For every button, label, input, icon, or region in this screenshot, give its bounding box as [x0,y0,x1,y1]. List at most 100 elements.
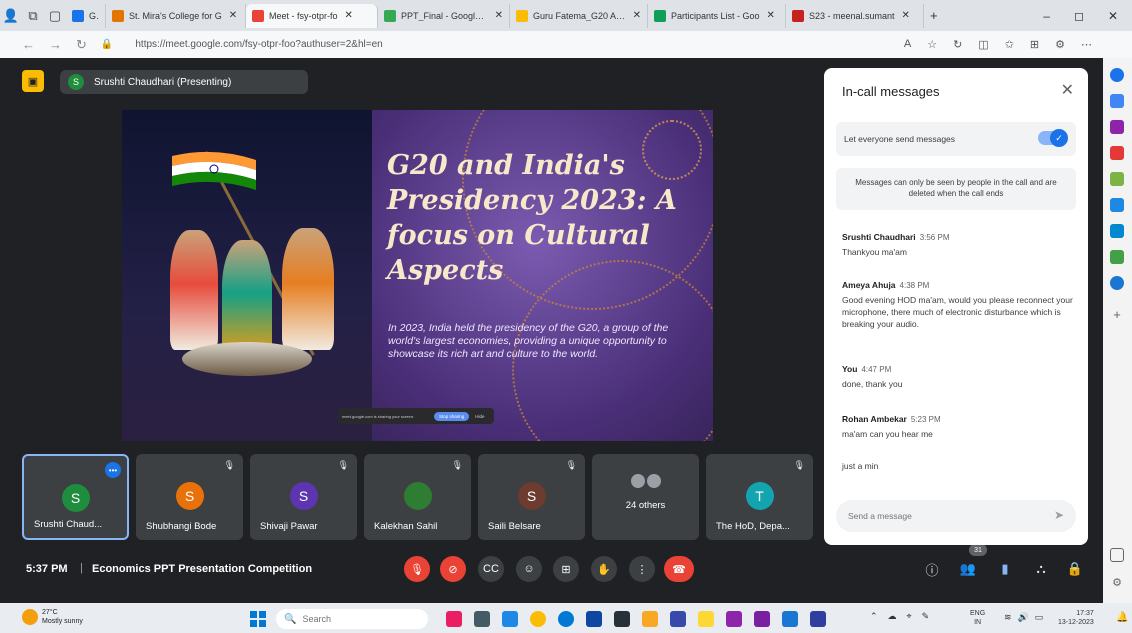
people-icon[interactable]: 👥 [957,557,979,581]
notification-icon[interactable]: 🔔 [1116,612,1128,623]
tile-more-icon[interactable]: ••• [105,462,121,478]
activities-icon[interactable]: ⛬ [1030,557,1052,581]
windows-start-icon[interactable] [250,611,266,627]
close-icon[interactable]: ✕ [1061,80,1074,100]
minimize-button[interactable]: – [1043,9,1050,23]
participant-tile[interactable]: S Srushti Chaud... ••• [22,454,129,540]
close-tab-icon[interactable]: ✕ [345,10,353,21]
browser-tab[interactable]: Google [66,3,106,28]
shopping-icon[interactable] [1110,146,1124,160]
more-vert-icon[interactable]: ⋮ [629,556,655,582]
favorite-star-icon[interactable]: ☆ [927,38,937,51]
split-screen-icon[interactable]: ◫ [978,38,988,51]
taskbar-search-box[interactable]: 🔍 [276,609,428,629]
presenter-chip[interactable]: S Srushti Chaudhari (Presenting) [60,70,308,94]
taskbar-app-icon[interactable] [502,611,518,627]
chrome-taskbar-icon[interactable] [530,611,546,627]
taskbar-app-icon[interactable] [782,611,798,627]
designer-icon[interactable] [1110,250,1124,264]
participant-tile[interactable]: S Shivaji Pawar 🎙 [250,454,357,540]
taskbar-app-icon[interactable] [474,611,490,627]
message-input[interactable] [848,511,1038,521]
more-menu-icon[interactable]: ⋯ [1081,38,1092,51]
add-sidebar-icon[interactable]: + [1110,308,1124,322]
raise-hand-icon[interactable]: ✋ [591,556,617,582]
taskbar-search-input[interactable] [302,614,413,624]
browser-tab[interactable]: S23 - meenal.sumant ✕ [786,3,924,28]
camera-off-icon[interactable]: ⊘ [440,556,466,582]
chat-icon[interactable]: ▮ [994,557,1016,581]
hide-sidebar-icon[interactable] [1110,548,1124,562]
close-tab-icon[interactable]: ✕ [229,10,237,21]
pen-icon[interactable]: ✎ [922,611,930,622]
captions-icon[interactable]: CC [478,556,504,582]
close-tab-icon[interactable]: ✕ [495,10,503,21]
refresh-icon[interactable]: ↻ [76,37,87,53]
browser-tab[interactable]: Meet - fsy-otpr-fo ✕ [246,3,378,28]
weather-widget[interactable]: 27°C Mostly sunny [22,608,83,626]
forward-icon[interactable]: → [49,37,62,52]
hangup-icon[interactable]: ☎ [664,556,694,582]
presenting-icon[interactable]: ▣ [22,70,44,92]
games-icon[interactable] [1110,172,1124,186]
taskbar-app-icon[interactable] [754,611,770,627]
participant-tile[interactable]: 24 others [592,454,699,540]
browser-tab[interactable]: St. Mira's College for G ✕ [106,3,246,28]
participant-tile[interactable]: S Saili Belsare 🎙 [478,454,585,540]
tools-icon[interactable] [1110,120,1124,134]
maximize-button[interactable]: ◻ [1074,9,1084,23]
extensions-icon[interactable]: ⚙ [1055,38,1065,51]
back-icon[interactable]: ← [22,37,35,52]
emoji-icon[interactable]: ☺ [516,556,542,582]
taskbar-app-icon[interactable] [670,611,686,627]
profile-icon[interactable]: 👤 [0,5,22,27]
collections-icon[interactable]: ⊞ [1030,38,1039,51]
browser-tab[interactable]: Guru Fatema_G20 AND ✕ [510,3,648,28]
present-icon[interactable]: ⊞ [553,556,579,582]
browser-tab[interactable]: PPT_Final - Google Dr ✕ [378,3,510,28]
edge-taskbar-icon[interactable] [558,611,574,627]
meeting-info-icon[interactable]: ⓘ [921,557,943,581]
cloud-icon[interactable]: ☁ [888,611,897,622]
stop-sharing-button[interactable]: Stop sharing [434,411,470,421]
lock-icon[interactable]: 🔒 [101,39,113,50]
close-tab-icon[interactable]: ✕ [767,10,775,21]
mail-taskbar-icon[interactable] [586,611,602,627]
workspaces-icon[interactable]: ⧉ [22,5,44,27]
participant-tile[interactable]: S Shubhangi Bode 🎙 [136,454,243,540]
send-icon[interactable]: ➤ [1054,508,1064,522]
mic-off-icon[interactable]: 🎙 [404,556,430,582]
allow-messages-toggle[interactable]: ✓ [1038,129,1068,147]
location-icon[interactable]: ⌖ [907,611,912,622]
refresh-page-icon[interactable]: ↻ [953,38,962,51]
participant-tile[interactable]: Kalekhan Sahil 🎙 [364,454,471,540]
network-volume-battery[interactable]: ≋ 🔊 ▭ [1004,612,1043,623]
taskbar-app-icon[interactable] [726,611,742,627]
copilot-icon[interactable] [1110,68,1124,82]
hide-share-bar-button[interactable]: Hide [475,414,484,419]
chevron-up-icon[interactable]: ⌃ [870,611,878,622]
host-controls-icon[interactable]: 🔒 [1064,557,1086,581]
language-indicator[interactable]: ENG IN [970,609,985,627]
close-window-button[interactable]: ✕ [1108,9,1118,23]
settings-gear-icon[interactable]: ⚙ [1110,576,1124,590]
taskbar-app-icon[interactable] [698,611,714,627]
tab-actions-icon[interactable]: ▢ [44,5,66,27]
office-icon[interactable] [1110,198,1124,212]
favorites-icon[interactable]: ✩ [1005,38,1014,51]
file-explorer-icon[interactable] [642,611,658,627]
outlook-icon[interactable] [1110,224,1124,238]
edge-icon[interactable] [1110,276,1124,290]
browser-tab[interactable]: Participants List - Goo ✕ [648,3,786,28]
taskbar-app-icon[interactable] [810,611,826,627]
close-tab-icon[interactable]: ✕ [902,10,910,21]
close-tab-icon[interactable]: ✕ [633,10,641,21]
taskbar-app-icon[interactable] [614,611,630,627]
taskbar-app-icon[interactable] [446,611,462,627]
search-sidebar-icon[interactable] [1110,94,1124,108]
read-aloud-icon[interactable]: A [904,38,911,51]
system-clock[interactable]: 17:37 13-12-2023 [1058,609,1094,627]
participant-tile[interactable]: T The HoD, Depa... 🎙 [706,454,813,540]
new-tab-button[interactable]: + [924,4,944,28]
url-field[interactable]: https://meet.google.com/fsy-otpr-foo?aut… [135,39,382,50]
